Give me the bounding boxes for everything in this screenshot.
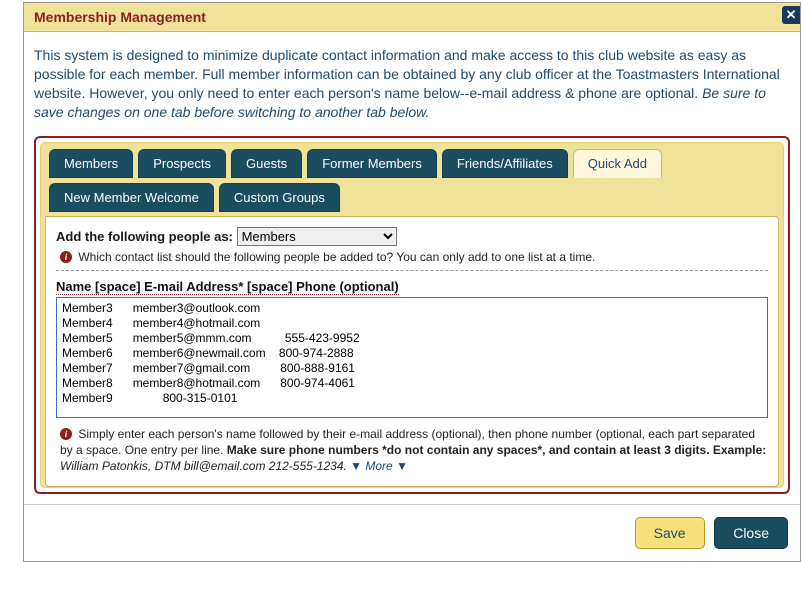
add-as-select[interactable]: Members xyxy=(237,227,397,246)
intro-main: This system is designed to minimize dupl… xyxy=(34,47,780,101)
tab-guests[interactable]: Guests xyxy=(231,149,302,178)
tab-new-member-welcome[interactable]: New Member Welcome xyxy=(49,183,214,212)
tab-content-quick-add: Add the following people as: Members i W… xyxy=(45,216,779,488)
add-as-line: Add the following people as: Members xyxy=(56,227,768,246)
tab-prospects[interactable]: Prospects xyxy=(138,149,226,178)
separator xyxy=(56,270,768,271)
tab-quick-add[interactable]: Quick Add xyxy=(573,149,662,178)
close-button[interactable]: Close xyxy=(714,517,788,549)
add-as-label: Add the following people as: xyxy=(56,229,233,244)
tabs-row-1: Members Prospects Guests Former Members … xyxy=(45,149,779,178)
membership-modal: Membership Management ✕ This system is d… xyxy=(23,2,801,562)
members-textarea[interactable] xyxy=(58,299,766,413)
intro-text: This system is designed to minimize dupl… xyxy=(34,46,790,122)
close-icon[interactable]: ✕ xyxy=(782,6,800,24)
tab-friends-affiliates[interactable]: Friends/Affiliates xyxy=(442,149,568,178)
help-bold: Make sure phone numbers *do not contain … xyxy=(227,443,766,457)
tabset-inner: Members Prospects Guests Former Members … xyxy=(40,142,784,489)
add-as-help-text: Which contact list should the following … xyxy=(78,250,595,264)
textarea-label: Name [space] E-mail Address* [space] Pho… xyxy=(56,279,399,295)
tab-custom-groups[interactable]: Custom Groups xyxy=(219,183,340,212)
tab-members[interactable]: Members xyxy=(49,149,133,178)
add-as-help: i Which contact list should the followin… xyxy=(56,250,768,264)
modal-body: This system is designed to minimize dupl… xyxy=(24,32,800,504)
entry-help: i Simply enter each person's name follow… xyxy=(56,426,768,475)
save-button[interactable]: Save xyxy=(635,517,705,549)
modal-title: Membership Management xyxy=(34,9,206,25)
more-link[interactable]: ▼ More ▼ xyxy=(347,459,408,473)
info-icon: i xyxy=(60,251,72,263)
button-bar: Save Close xyxy=(24,505,800,561)
tabset: Members Prospects Guests Former Members … xyxy=(34,136,790,495)
help-example: William Patonkis, DTM bill@email.com 212… xyxy=(60,459,347,473)
title-bar: Membership Management ✕ xyxy=(24,3,800,32)
tabs-row-2: New Member Welcome Custom Groups xyxy=(45,183,779,212)
info-icon: i xyxy=(60,428,72,440)
tab-former-members[interactable]: Former Members xyxy=(307,149,437,178)
textarea-wrap xyxy=(56,297,768,418)
